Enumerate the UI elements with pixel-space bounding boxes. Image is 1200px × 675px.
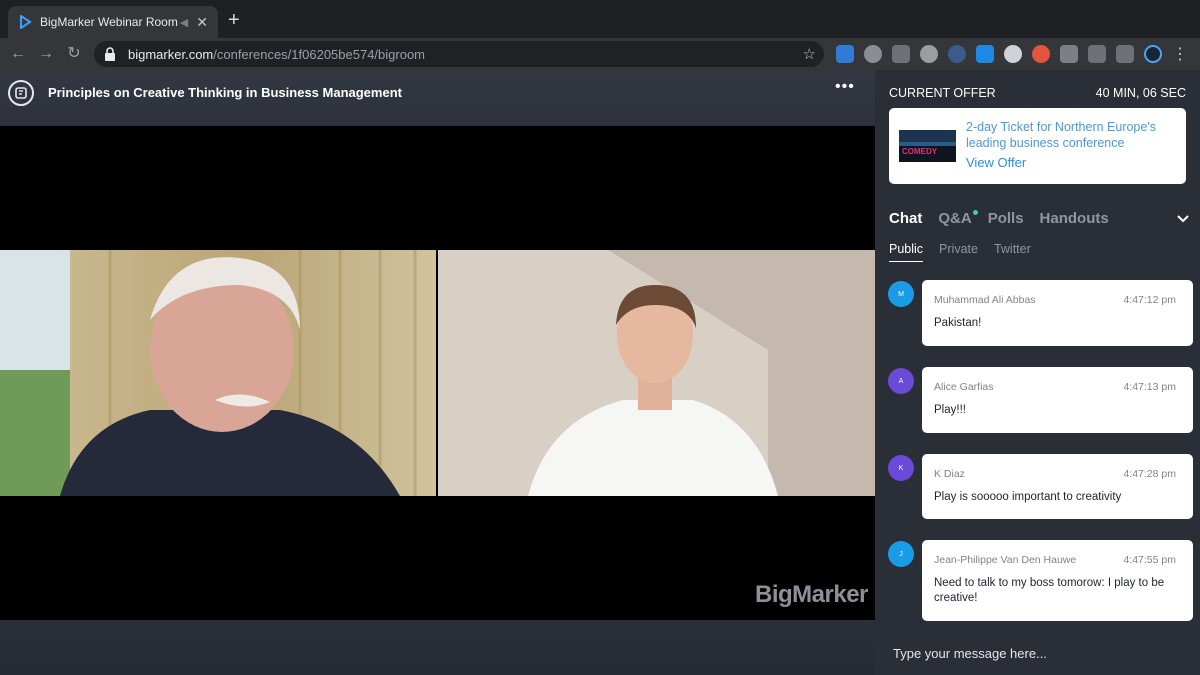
chat-bubble: Muhammad Ali Abbas 4:47:12 pm Pakistan! (922, 280, 1193, 346)
webinar-title: Principles on Creative Thinking in Busin… (48, 85, 402, 100)
message-timestamp: 4:47:28 pm (1123, 468, 1176, 480)
browser-menu-icon[interactable]: ⋮ (1172, 44, 1188, 64)
subtab-public[interactable]: Public (889, 242, 924, 262)
bigmarker-watermark: BigMarker (755, 581, 868, 608)
avatar[interactable]: J (888, 541, 914, 567)
message-timestamp: 4:47:55 pm (1123, 554, 1176, 566)
reload-icon[interactable]: ↻ (64, 44, 84, 64)
extension-icon[interactable] (864, 45, 882, 63)
qa-notification-dot (972, 210, 978, 215)
offer-thumbnail[interactable]: COMEDY (899, 130, 956, 162)
subtab-private[interactable]: Private (939, 242, 978, 262)
tab-handouts[interactable]: Handouts (1040, 210, 1109, 232)
presenter-video-right[interactable] (438, 250, 875, 496)
back-icon[interactable]: ← (8, 44, 28, 64)
bigmarker-logo-icon[interactable] (8, 80, 34, 106)
extension-icon[interactable] (1004, 45, 1022, 63)
browser-tabstrip: BigMarker Webinar Room ◀ ✕ + (0, 0, 1200, 38)
offer-description: 2-day Ticket for Northern Europe's leadi… (966, 120, 1156, 150)
offer-card[interactable]: COMEDY 2-day Ticket for Northern Europe'… (889, 108, 1186, 184)
puzzle-extensions-icon[interactable] (1088, 45, 1106, 63)
subtab-twitter[interactable]: Twitter (994, 242, 1031, 262)
chat-bubble: K Diaz 4:47:28 pm Play is sooooo importa… (922, 454, 1193, 519)
view-offer-link[interactable]: View Offer (966, 155, 1026, 170)
location-extension-icon[interactable] (1060, 45, 1078, 63)
tab-chat[interactable]: Chat (889, 210, 922, 232)
extensions-row (836, 45, 1162, 63)
extension-icon[interactable] (976, 45, 994, 63)
message-timestamp: 4:47:13 pm (1123, 381, 1176, 393)
url-host: bigmarker.com (128, 46, 214, 62)
lock-icon (104, 47, 118, 61)
bigmarker-favicon-icon (18, 15, 32, 29)
tab-audio-icon[interactable]: ◀ (180, 16, 188, 29)
bookmark-star-icon[interactable]: ☆ (803, 45, 816, 63)
tab-close-icon[interactable]: ✕ (196, 14, 208, 31)
chat-composer (875, 630, 1200, 675)
avatar[interactable]: A (888, 368, 914, 394)
chat-message-input[interactable] (893, 644, 1183, 662)
extension-icon[interactable] (948, 45, 966, 63)
presenter-video-left[interactable] (0, 250, 436, 496)
browser-toolbar: ← → ↻ bigmarker.com/conferences/1f06205b… (0, 38, 1200, 70)
offer-thumbnail-text: COMEDY (902, 147, 938, 156)
message-text: Need to talk to my boss tomorow: I play … (934, 577, 1165, 604)
chat-subtabs: Public Private Twitter (889, 242, 1031, 262)
webinar-header: Principles on Creative Thinking in Busin… (0, 70, 875, 126)
side-panel: CURRENT OFFER 40 MIN, 06 SEC COMEDY 2-da… (875, 70, 1200, 675)
url-path: /conferences/1f06205be574/bigroom (213, 46, 426, 62)
avatar[interactable]: K (888, 455, 914, 481)
message-text: Play is sooooo important to creativity (934, 491, 1122, 503)
extension-icon[interactable] (920, 45, 938, 63)
tab-qa[interactable]: Q&A (938, 210, 978, 232)
forward-icon[interactable]: → (36, 44, 56, 64)
tab-polls[interactable]: Polls (988, 210, 1024, 232)
video-stage: BigMarker (0, 126, 875, 620)
chevron-down-icon[interactable] (1176, 212, 1190, 226)
media-control-icon[interactable] (1116, 45, 1134, 63)
avatar[interactable]: M (888, 281, 914, 307)
browser-tab-title: BigMarker Webinar Room (40, 15, 178, 29)
chat-bubble: Jean-Philippe Van Den Hauwe 4:47:55 pm N… (922, 540, 1193, 621)
offer-label: CURRENT OFFER (889, 86, 996, 100)
address-bar[interactable]: bigmarker.com/conferences/1f06205be574/b… (94, 41, 824, 67)
camera-extension-icon[interactable] (892, 45, 910, 63)
extension-icon[interactable] (1032, 45, 1050, 63)
tab-qa-label: Q&A (938, 210, 972, 227)
panel-tabs: Chat Q&A Polls Handouts (889, 210, 1109, 232)
stage-bottom-bar (0, 620, 875, 675)
chat-bubble: Alice Garfias 4:47:13 pm Play!!! (922, 367, 1193, 433)
message-timestamp: 4:47:12 pm (1123, 294, 1176, 306)
more-options-icon[interactable]: ••• (835, 78, 855, 96)
extension-icon[interactable] (836, 45, 854, 63)
new-tab-icon[interactable]: + (228, 10, 240, 30)
message-text: Pakistan! (934, 317, 982, 329)
offer-countdown: 40 MIN, 06 SEC (1095, 86, 1186, 100)
message-text: Play!!! (934, 404, 966, 416)
browser-tab[interactable]: BigMarker Webinar Room ◀ ✕ (8, 6, 218, 38)
profile-avatar[interactable] (1144, 45, 1162, 63)
